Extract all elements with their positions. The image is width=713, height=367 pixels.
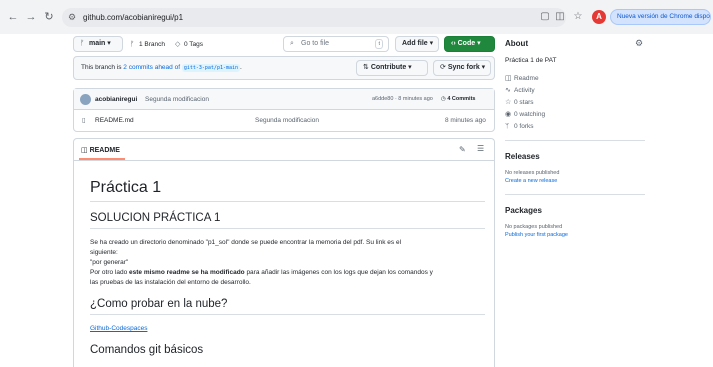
table-row: ▯ README.md Segunda modificacion 8 minut…	[74, 110, 494, 131]
code-button[interactable]: ‹› Code ▾	[444, 36, 495, 52]
browser-toolbar: ← → ↻ ⚙ github.com/acobianiregui/p1 ▢ ◫ …	[0, 0, 713, 34]
readme-paragraph-1: Se ha creado un directorio denominado "p…	[90, 239, 402, 246]
pull-request-icon: ⇅	[363, 64, 369, 71]
readme-heading-nube: ¿Como probar en la nube?	[90, 298, 485, 315]
file-table: acobianiregui Segunda modificacion a6dde…	[73, 88, 495, 132]
outline-menu-icon[interactable]: ☰	[477, 144, 484, 153]
commit-hash-time[interactable]: a6dde80 · 8 minutes ago	[372, 95, 433, 104]
releases-heading[interactable]: Releases	[505, 152, 540, 161]
book-icon: ◫	[81, 147, 88, 154]
add-file-button[interactable]: Add file ▾	[395, 36, 439, 52]
create-release-link[interactable]: Create a new release	[505, 177, 557, 185]
readme-paragraph-5: las pruebas de las instalación del entor…	[90, 279, 251, 286]
tags-link[interactable]: ◇ 0 Tags	[175, 40, 203, 49]
file-name-link[interactable]: README.md	[95, 116, 134, 125]
profile-avatar[interactable]: A	[592, 10, 606, 24]
github-repo-page: ᚠ main ▾ ᚠ1 Branch ◇ 0 Tags ⌕ Go to file t…	[0, 34, 713, 367]
activity-link[interactable]: ∿ Activity	[505, 86, 535, 95]
commits-count-link[interactable]: ◷ 4 Commits	[441, 95, 475, 104]
back-icon[interactable]: ←	[6, 10, 20, 24]
fork-icon: ᛘ	[505, 123, 510, 130]
pulse-icon: ∿	[505, 87, 511, 94]
readme-paragraph-4: Por otro lado este mismo readme se ha mo…	[90, 269, 433, 276]
search-icon: ⌕	[290, 40, 294, 47]
commit-message[interactable]: Segunda modificacion	[145, 95, 209, 104]
forward-icon[interactable]: →	[24, 10, 38, 24]
url-text[interactable]: github.com/acobianiregui/p1	[83, 12, 183, 23]
file-commit-message[interactable]: Segunda modificacion	[255, 116, 319, 125]
branches-link[interactable]: ᚠ1 Branch	[130, 40, 165, 49]
tab-underline	[79, 158, 125, 160]
branch-ahead-banner: This branch is 2 commits ahead of gitt-3…	[73, 56, 495, 80]
repo-description: Práctica 1 de PAT	[505, 57, 557, 64]
avatar[interactable]	[80, 94, 91, 105]
forks-link[interactable]: ᛘ0 forks	[505, 122, 534, 131]
shortcut-key: t	[375, 39, 383, 49]
reload-icon[interactable]: ↻	[42, 10, 56, 24]
commit-author[interactable]: acobianiregui	[95, 95, 137, 104]
star-icon: ☆	[505, 99, 512, 106]
readme-panel: ◫ README ✎ ☰ Práctica 1 SOLUCION PRÁCTIC…	[73, 138, 495, 367]
stars-link[interactable]: ☆ 0 stars	[505, 98, 534, 107]
divider	[505, 194, 645, 195]
latest-commit-row: acobianiregui Segunda modificacion a6dde…	[74, 89, 494, 110]
no-releases-text: No releases published	[505, 170, 560, 176]
branch-icon: ᚠ	[130, 41, 135, 48]
codespaces-link[interactable]: Github-Codespaces	[90, 325, 147, 332]
publish-package-link[interactable]: Publish your first package	[505, 231, 568, 239]
gear-icon[interactable]: ⚙	[635, 38, 643, 49]
readme-header: ◫ README ✎ ☰	[74, 139, 494, 161]
readme-paragraph-2: siguiente:	[90, 249, 118, 256]
readme-link[interactable]: ◫ Readme	[505, 74, 539, 83]
packages-heading[interactable]: Packages	[505, 206, 542, 215]
go-to-file-input[interactable]: ⌕ Go to file t	[283, 36, 389, 52]
file-icon: ▯	[82, 117, 86, 124]
no-packages-text: No packages published	[505, 224, 563, 230]
sync-fork-button[interactable]: ⟳ Sync fork ▾	[433, 60, 491, 76]
upstream-branch-label[interactable]: gitt-3-pat/p1-main	[181, 64, 241, 72]
bookmark-star-icon[interactable]: ☆	[571, 10, 585, 24]
eye-icon: ◉	[505, 111, 512, 118]
readme-title: Práctica 1	[90, 179, 485, 202]
readme-heading-solucion: SOLUCION PRÁCTICA 1	[90, 212, 485, 229]
commits-ahead-link[interactable]: 2 commits ahead of	[123, 64, 180, 71]
readme-content: Práctica 1 SOLUCION PRÁCTICA 1 Se ha cre…	[90, 179, 485, 367]
file-time: 8 minutes ago	[445, 117, 486, 124]
readme-paragraph-3: "por generar"	[90, 259, 129, 266]
sync-icon: ⟳	[440, 64, 446, 71]
readme-tab[interactable]: ◫ README	[81, 146, 120, 154]
code-icon: ‹›	[451, 40, 456, 47]
tag-icon: ◇	[175, 41, 181, 48]
history-icon: ◷	[441, 96, 446, 102]
divider	[505, 140, 645, 141]
about-heading: About	[505, 39, 529, 48]
update-chrome-chip[interactable]: Nueva versión de Chrome disponible	[610, 9, 711, 25]
branch-icon: ᚠ	[80, 40, 85, 47]
readme-heading-git: Comandos git básicos	[90, 344, 204, 356]
watching-link[interactable]: ◉ 0 watching	[505, 110, 545, 119]
extensions-icon[interactable]: ◫	[553, 10, 567, 24]
site-info-icon[interactable]: ⚙	[68, 11, 76, 24]
edit-pencil-icon[interactable]: ✎	[459, 145, 466, 154]
address-bar[interactable]: ⚙ github.com/acobianiregui/p1	[62, 8, 566, 27]
branch-selector[interactable]: ᚠ main ▾	[73, 36, 123, 52]
contribute-button[interactable]: ⇅ Contribute ▾	[356, 60, 428, 76]
translate-icon[interactable]: ▢	[538, 10, 552, 24]
book-icon: ◫	[505, 75, 512, 82]
